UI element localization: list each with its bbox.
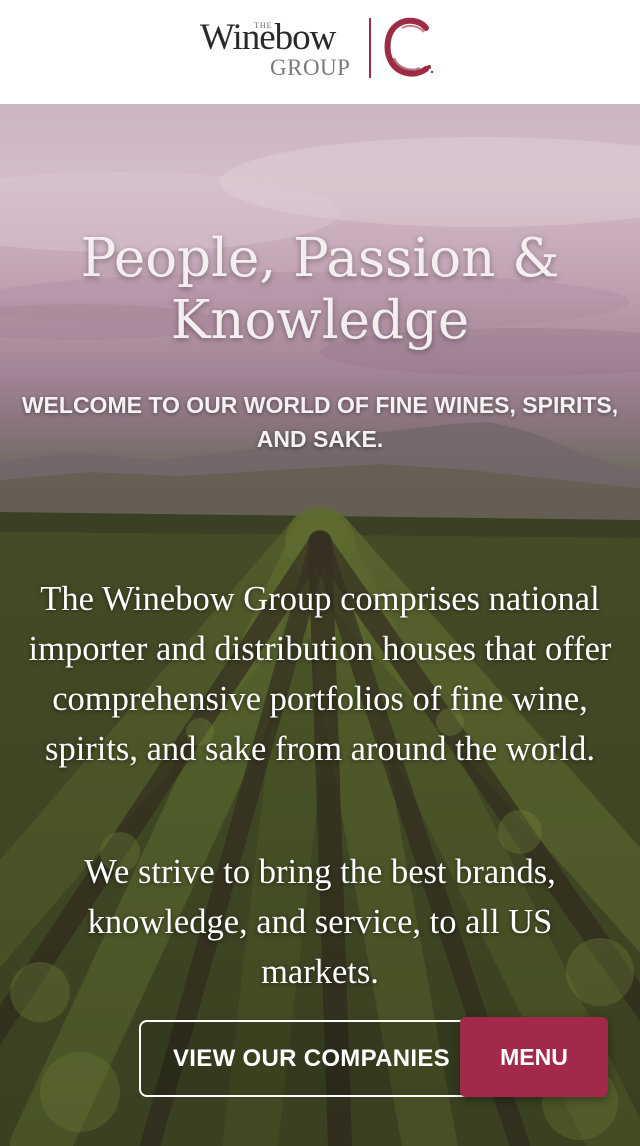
logo-divider: [369, 18, 371, 78]
hero-headline: People, Passion & Knowledge: [80, 228, 560, 351]
mission-paragraph: We strive to bring the best brands, know…: [84, 853, 556, 991]
page: Winebow THE GROUP People, Passion & Know…: [0, 0, 640, 1146]
logo-group-text: GROUP: [270, 55, 351, 80]
winebow-group-logo[interactable]: Winebow THE GROUP: [198, 14, 444, 84]
logo-the: THE: [254, 21, 273, 30]
wine-ring-icon: [384, 17, 434, 77]
torn-paper-edge: [0, 88, 640, 101]
intro-paragraph: The Winebow Group comprises national imp…: [28, 580, 612, 768]
view-our-companies-button[interactable]: VIEW OUR COMPANIES: [139, 1020, 489, 1097]
menu-button[interactable]: MENU: [460, 1017, 608, 1097]
hero-subheadline: WELCOME TO OUR WORLD OF FINE WINES, SPIR…: [21, 392, 619, 452]
